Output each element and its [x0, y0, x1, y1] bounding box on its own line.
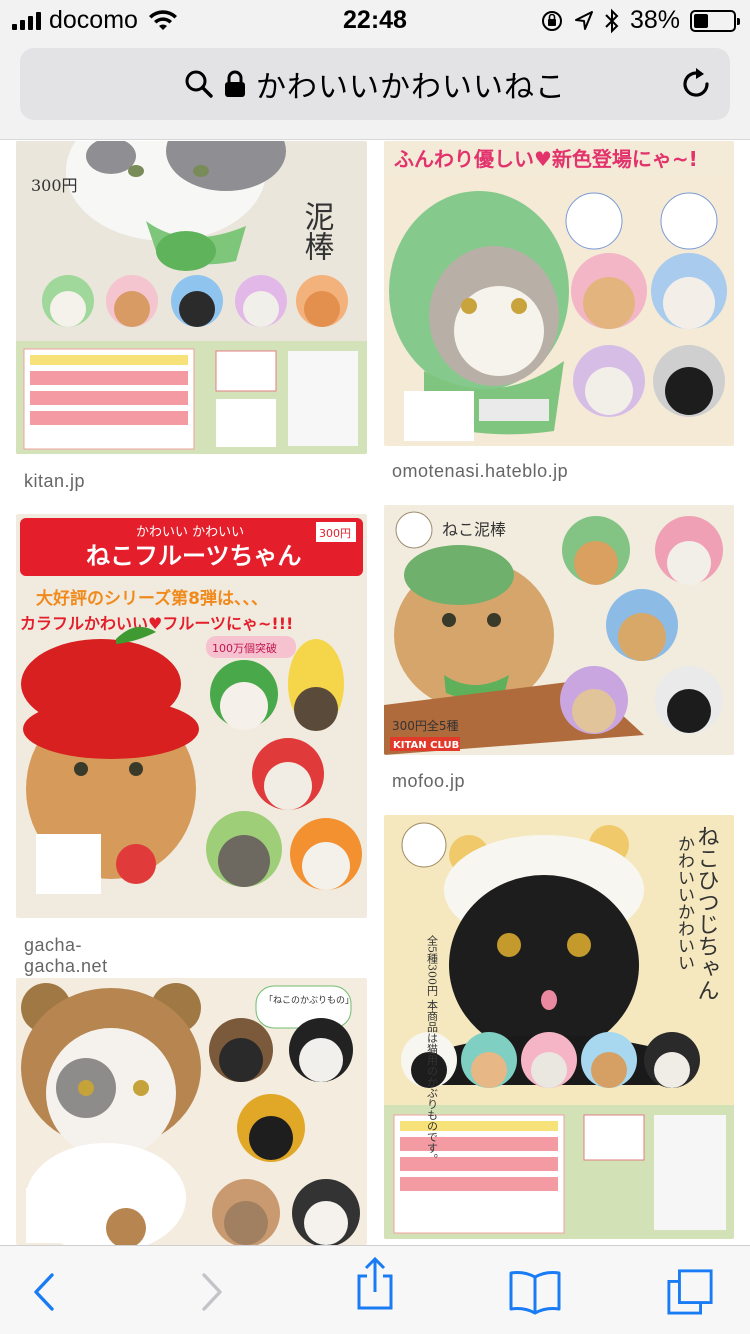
tabs-icon: [667, 1269, 713, 1315]
browser-toolbar: [0, 1245, 750, 1334]
lock-icon: [225, 70, 245, 97]
tabs-button[interactable]: [666, 1268, 714, 1316]
reload-icon[interactable]: [678, 66, 714, 102]
back-button[interactable]: [20, 1268, 68, 1316]
image-logo: KITAN CLUB: [393, 740, 459, 751]
image-title: ねこ泥棒: [442, 520, 506, 539]
image-results[interactable]: 泥棒 300円 kitan.jp ふんわり優しい♥新色登場にゃ~! omoten…: [0, 141, 750, 1245]
search-icon: [185, 70, 213, 98]
image-note: 全5種300円 本商品は猫用のかぶりものです。: [426, 934, 439, 1165]
battery-percent: 38%: [629, 6, 680, 34]
orientation-lock-icon: [541, 10, 562, 31]
forward-icon: [202, 1273, 222, 1311]
bookmarks-icon: [509, 1271, 561, 1315]
back-icon: [34, 1273, 54, 1311]
share-icon: [357, 1256, 393, 1310]
image-tagline: カラフルかわいい♥フルーツにゃ~!!!: [20, 614, 293, 633]
image-badge: 100万個突破: [212, 641, 277, 655]
result-image[interactable]: かわいいかわいい ねこひつじちゃん 全5種300円 本商品は猫用のかぶりものです…: [384, 815, 734, 1239]
result-image[interactable]: 「ねこのかぶりもの」: [16, 978, 367, 1245]
image-side-text: かわいいかわいい: [674, 835, 694, 971]
bluetooth-icon: [605, 8, 619, 33]
result-source[interactable]: mofoo.jp: [392, 771, 465, 792]
result-image[interactable]: ねこ泥棒 300円全5種 KITAN CLUB: [384, 505, 734, 755]
result-source[interactable]: gacha-gacha.net: [24, 935, 108, 977]
address-bar[interactable]: かわいいかわいいねこ: [20, 48, 730, 120]
status-right: 38%: [540, 6, 740, 35]
bookmarks-button[interactable]: [508, 1268, 562, 1316]
image-tagline: 大好評のシリーズ第8弾は、、、: [36, 588, 268, 609]
battery-icon: [690, 9, 740, 32]
result-image[interactable]: かわいい かわいい ねこフルーツちゃん 300円 大好評のシリーズ第8弾は、、、…: [16, 514, 367, 918]
status-bar: docomo 22:48 38%: [0, 0, 750, 40]
image-title: ねこフルーツちゃん: [86, 542, 302, 570]
image-title: ねこひつじちゃん: [694, 825, 719, 1001]
address-text: かわいいかわいいねこ: [256, 70, 566, 105]
image-title: 泥棒: [299, 201, 334, 261]
result-image[interactable]: 泥棒 300円: [16, 141, 367, 454]
image-price: 300円: [31, 176, 78, 195]
share-button[interactable]: [351, 1256, 399, 1310]
image-bubble: 「ねこのかぶりもの」: [264, 995, 354, 1006]
image-price: 300円全5種: [392, 718, 459, 733]
location-icon: [574, 10, 593, 30]
result-image[interactable]: ふんわり優しい♥新色登場にゃ~!: [384, 141, 734, 446]
result-source[interactable]: omotenasi.hateblo.jp: [392, 461, 568, 482]
result-source[interactable]: kitan.jp: [24, 471, 85, 492]
browser-top-bar: かわいいかわいいねこ: [0, 40, 750, 140]
image-banner: ふんわり優しい♥新色登場にゃ~!: [394, 147, 698, 171]
image-price: 300円: [319, 527, 351, 540]
forward-button[interactable]: [188, 1268, 236, 1316]
image-subtitle: かわいい かわいい: [136, 525, 244, 540]
